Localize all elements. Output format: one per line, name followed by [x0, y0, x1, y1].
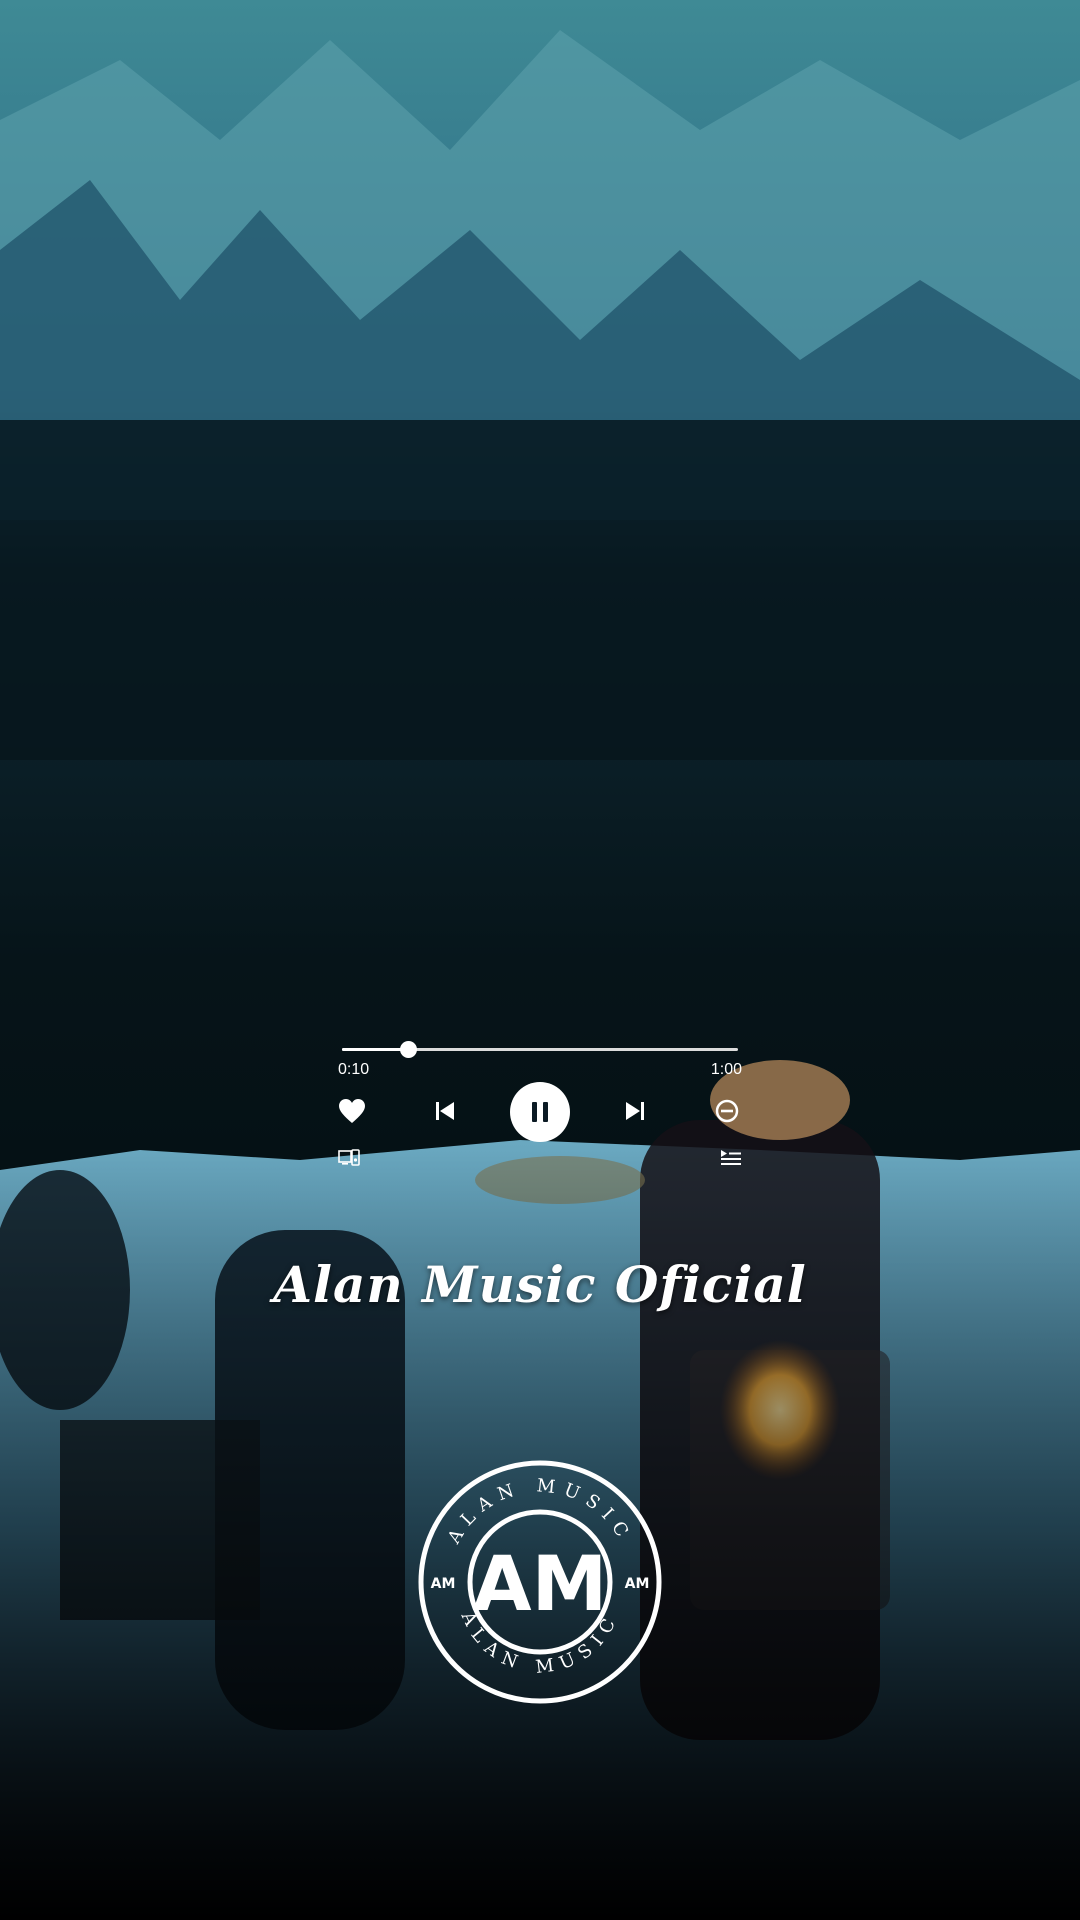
heart-icon[interactable] — [338, 1098, 366, 1124]
total-duration: 1:00 — [710, 1061, 742, 1078]
svg-text:AM: AM — [473, 1539, 607, 1628]
secondary-controls — [330, 1148, 750, 1172]
progress-fill — [342, 1048, 409, 1051]
queue-icon[interactable] — [720, 1148, 742, 1168]
connect-devices-icon[interactable] — [338, 1148, 360, 1168]
pause-icon — [532, 1102, 548, 1122]
minus-circle-icon[interactable] — [714, 1098, 740, 1124]
progress-thumb[interactable] — [400, 1041, 418, 1058]
pause-button[interactable] — [510, 1082, 570, 1142]
skip-next-icon[interactable] — [622, 1098, 648, 1124]
channel-title: Alan Music Oficial — [273, 1255, 807, 1314]
alan-music-logo: ALAN MUSIC ALAN MUSIC AM AM AM — [418, 1460, 662, 1704]
mini-player: 0:10 1:00 — [330, 1030, 750, 1180]
progress-bar[interactable] — [342, 1041, 738, 1058]
now-playing-screen: 0:10 1:00 Alan Music Oficial ALAN MUSIC … — [0, 0, 1080, 1920]
svg-text:AM: AM — [431, 1576, 456, 1592]
svg-text:AM: AM — [625, 1576, 650, 1592]
skip-previous-icon[interactable] — [432, 1098, 458, 1124]
playback-controls — [330, 1082, 750, 1142]
elapsed-time: 0:10 — [338, 1061, 370, 1078]
